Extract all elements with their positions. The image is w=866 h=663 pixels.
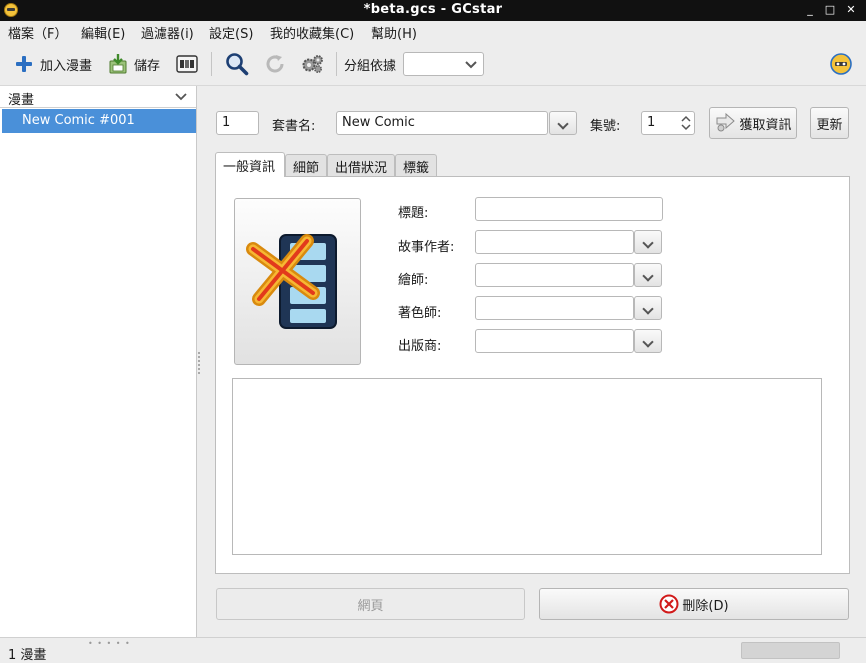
save-button[interactable]: 儲存 (108, 42, 160, 86)
chevron-down-icon (175, 93, 187, 101)
gcstar-logo-icon (830, 53, 852, 75)
title-bar: *beta.gcs - GCstar _ □ ✕ (0, 0, 866, 21)
webpage-label: 網頁 (357, 598, 384, 614)
illustrator-field[interactable] (475, 263, 634, 287)
item-number-value: 1 (222, 115, 231, 130)
resize-grip[interactable]: • • • • • (88, 639, 131, 648)
refresh-icon (266, 55, 284, 73)
plus-icon (16, 56, 32, 72)
tab-general-label: 一般資訊 (223, 160, 276, 175)
fetch-icon (716, 113, 736, 132)
group-by-select[interactable] (403, 52, 484, 76)
tab-details[interactable]: 細節 (285, 154, 327, 176)
maximize-button[interactable]: □ (823, 3, 837, 17)
volume-label: 集號: (590, 119, 621, 134)
item-editor: 1 套書名: New Comic 集號: 1 獲取資訊 更新 一般資訊 細節 出… (201, 86, 866, 637)
series-value: New Comic (342, 115, 415, 130)
tab-general[interactable]: 一般資訊 (215, 152, 285, 177)
publisher-dropdown-button[interactable] (634, 329, 662, 353)
series-input[interactable]: New Comic (336, 111, 548, 135)
account-button[interactable] (830, 42, 852, 86)
close-button[interactable]: ✕ (844, 3, 858, 17)
description-textarea[interactable] (232, 378, 822, 555)
fetch-info-button[interactable]: 獲取資訊 (709, 107, 797, 139)
writer-dropdown-button[interactable] (634, 230, 662, 254)
sidebar-header[interactable]: 漫畫 (0, 86, 196, 108)
publisher-field[interactable] (475, 329, 634, 353)
colorist-label: 著色師: (398, 306, 442, 321)
menu-bar: 檔案（F） 編輯(E) 過濾器(i) 設定(S) 我的收藏集(C) 幫助(H) (0, 21, 866, 42)
tab-details-label: 細節 (293, 161, 320, 176)
tab-tags-label: 標籤 (403, 161, 430, 176)
tab-tags[interactable]: 標籤 (395, 154, 437, 176)
colorist-dropdown-button[interactable] (634, 296, 662, 320)
volume-spinner[interactable]: 1 (641, 111, 695, 135)
publisher-label: 出版商: (398, 339, 442, 354)
gears-icon (302, 55, 323, 73)
writer-field[interactable] (475, 230, 634, 254)
add-comic-label: 加入漫畫 (40, 58, 93, 74)
illustrator-label: 繪師: (398, 273, 429, 288)
status-bar: • • • • • 1 漫畫 (0, 637, 866, 663)
fetch-info-label: 獲取資訊 (739, 117, 792, 133)
save-icon (109, 54, 127, 74)
colorist-field[interactable] (475, 296, 634, 320)
no-cover-icon (246, 234, 337, 329)
illustrator-dropdown-button[interactable] (634, 263, 662, 287)
series-label: 套書名: (272, 119, 316, 134)
minimize-button[interactable]: _ (803, 3, 817, 17)
menu-file[interactable]: 檔案（F） (8, 23, 67, 42)
progress-bar (741, 642, 840, 659)
list-item-label: New Comic #001 (22, 113, 135, 128)
display-options-button[interactable] (176, 42, 198, 86)
tab-lending[interactable]: 出借狀況 (327, 154, 395, 176)
spinner-arrows-icon[interactable] (681, 114, 691, 132)
volume-value: 1 (647, 115, 656, 130)
sidebar-header-label: 漫畫 (8, 93, 35, 108)
cover-image-button[interactable] (234, 198, 361, 365)
group-by-text: 分組依據 (344, 58, 397, 74)
search-icon (226, 53, 249, 76)
menu-help[interactable]: 幫助(H) (371, 23, 417, 42)
update-label: 更新 (816, 117, 843, 133)
writer-label: 故事作者: (398, 240, 455, 255)
list-item[interactable]: New Comic #001 (2, 109, 196, 133)
chevron-down-icon (465, 61, 477, 69)
refresh-button[interactable] (264, 42, 286, 86)
table-icon (176, 55, 198, 73)
series-dropdown-button[interactable] (549, 111, 577, 135)
window-title: *beta.gcs - GCstar (363, 2, 503, 17)
add-comic-button[interactable]: 加入漫畫 (14, 42, 92, 86)
menu-filters[interactable]: 過濾器(i) (141, 23, 194, 42)
group-by-label: 分組依據 (344, 42, 396, 86)
toolbar-separator (336, 52, 337, 76)
plugins-button[interactable] (301, 42, 325, 86)
search-button[interactable] (225, 42, 249, 86)
status-text: 1 漫畫 (8, 648, 47, 663)
menu-collections[interactable]: 我的收藏集(C) (270, 23, 354, 42)
menu-edit[interactable]: 編輯(E) (81, 23, 125, 42)
delete-icon (659, 594, 679, 614)
delete-label: 刪除(D) (682, 598, 729, 614)
update-button[interactable]: 更新 (810, 107, 849, 139)
general-tab-panel: 標題: 故事作者: 繪師: 著色師: 出版商: (215, 176, 850, 574)
tab-lending-label: 出借狀況 (335, 161, 388, 176)
webpage-button[interactable]: 網頁 (216, 588, 525, 620)
title-field[interactable] (475, 197, 663, 221)
save-label: 儲存 (134, 58, 161, 74)
item-number-field[interactable]: 1 (216, 111, 259, 135)
delete-button[interactable]: 刪除(D) (539, 588, 849, 620)
toolbar: 加入漫畫 儲存 分組依據 (0, 42, 866, 86)
toolbar-separator (211, 52, 212, 76)
title-label: 標題: (398, 206, 429, 221)
collection-sidebar: 漫畫 New Comic #001 (0, 86, 197, 637)
menu-settings[interactable]: 設定(S) (209, 23, 253, 42)
